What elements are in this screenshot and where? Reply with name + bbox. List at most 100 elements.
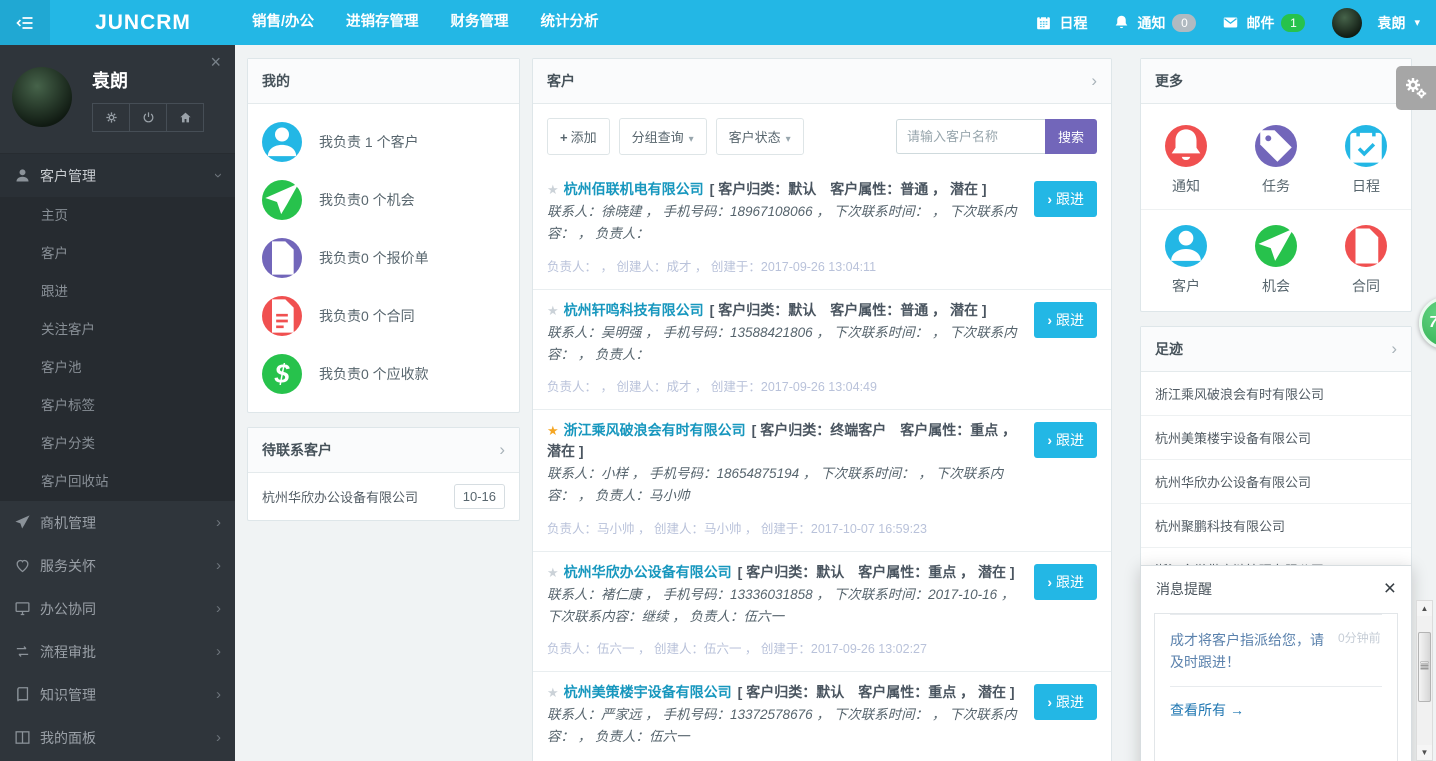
main-menu-item[interactable]: 销售/办公: [236, 0, 330, 45]
close-icon[interactable]: ×: [1384, 578, 1396, 599]
star-icon[interactable]: ★: [547, 423, 559, 438]
shortcut-label: 机会: [1262, 278, 1290, 294]
footprint-row[interactable]: 浙江乘风破浪会有时有限公司: [1141, 372, 1411, 415]
mail-menu[interactable]: 邮件 1: [1209, 13, 1318, 33]
shortcut-cell[interactable]: 通知: [1141, 125, 1231, 196]
add-button[interactable]: + 添加: [547, 118, 610, 155]
message-row: 成才将客户指派给您，请及时跟进！ 0分钟前: [1170, 614, 1382, 686]
sidebar-item[interactable]: 流程审批 ›: [0, 630, 235, 673]
home-button[interactable]: [167, 103, 204, 132]
customer-contact-line: 联系人：严家远 ， 手机号码：13372578676 ， 下次联系时间： ， 下…: [547, 707, 1017, 745]
stat-row[interactable]: 我负责 1 个客户: [248, 113, 519, 171]
more-panel-header: 更多: [1141, 59, 1411, 104]
sidebar-item[interactable]: 我的面板 ›: [0, 716, 235, 759]
customer-footer-line: 负责人：伍六一 ， 创建人：伍六一 ， 创建于：2017-09-26 13:02…: [547, 642, 927, 657]
popup-scrollbar: ▲ ▼: [1416, 600, 1433, 761]
envelope-icon: [1222, 14, 1239, 31]
schedule-label: 日程: [1059, 14, 1088, 31]
customer-name-link[interactable]: 杭州美策楼宇设备有限公司: [564, 684, 732, 700]
user-dropdown[interactable]: 袁朗 ▾: [1318, 7, 1420, 38]
column-customers: 客户 › +添加 分组查询▾ 客户状态▾ 搜索 ›跟进: [532, 58, 1112, 761]
shortcut-cell[interactable]: 客户: [1141, 225, 1231, 296]
chevron-right-icon[interactable]: ›: [499, 440, 505, 460]
submenu-item[interactable]: 客户标签: [0, 387, 235, 425]
sidebar-toggle-button[interactable]: [0, 0, 50, 45]
chevron-right-icon[interactable]: ›: [1391, 339, 1397, 359]
panel-title: 更多: [1155, 73, 1183, 89]
customer-status-dropdown[interactable]: 客户状态 ▾: [715, 118, 804, 155]
search-button[interactable]: 搜索: [1044, 119, 1097, 154]
follow-up-button[interactable]: › 跟进: [1034, 301, 1097, 338]
shortcut-label: 日程: [1352, 178, 1380, 194]
power-icon: [143, 112, 153, 123]
customer-contact-line: 联系人：徐晓建 ， 手机号码：18967108066 ， 下次联系时间： ， 下…: [547, 204, 1017, 242]
sidebar-item-customer-management[interactable]: 客户管理 ›: [0, 153, 235, 197]
shortcut-cell[interactable]: 合同: [1321, 225, 1411, 296]
follow-up-button[interactable]: › 跟进: [1034, 684, 1097, 721]
submenu-item[interactable]: 客户回收站: [0, 463, 235, 501]
settings-button[interactable]: [92, 103, 130, 132]
shortcut-cell[interactable]: 任务: [1231, 125, 1321, 196]
submenu-item[interactable]: 跟进: [0, 273, 235, 311]
scroll-up-arrow[interactable]: ▲: [1417, 601, 1432, 616]
logout-button[interactable]: [130, 103, 167, 132]
footprint-row[interactable]: 杭州华欣办公设备有限公司: [1141, 459, 1411, 503]
notifications-menu[interactable]: 通知 0: [1100, 13, 1209, 33]
customer-name-link[interactable]: 杭州佰联机电有限公司: [564, 181, 704, 197]
stat-row[interactable]: $ 我负责0 个应收款: [248, 345, 519, 403]
stat-row[interactable]: 我负责0 个报价单: [248, 229, 519, 287]
message-link[interactable]: 成才将客户指派给您，请及时跟进！: [1170, 629, 1330, 674]
footprint-row[interactable]: 杭州美策楼宇设备有限公司: [1141, 415, 1411, 459]
customer-name-link[interactable]: 杭州华欣办公设备有限公司: [564, 564, 732, 580]
submenu-item[interactable]: 客户: [0, 235, 235, 273]
follow-up-button[interactable]: › 跟进: [1034, 422, 1097, 459]
submenu-item[interactable]: 关注客户: [0, 311, 235, 349]
svg-text:$: $: [274, 359, 291, 389]
main-menu-item[interactable]: 统计分析: [525, 0, 615, 45]
stat-row[interactable]: 我负责0 个合同: [248, 287, 519, 345]
arrow-right-icon: →: [1230, 701, 1244, 718]
group-query-dropdown[interactable]: 分组查询 ▾: [618, 118, 707, 155]
footprint-row[interactable]: 杭州聚鹏科技有限公司: [1141, 503, 1411, 547]
shortcut-cell[interactable]: 机会: [1231, 225, 1321, 296]
floating-badge-value: 77: [1429, 314, 1436, 332]
customer-name-link[interactable]: 浙江乘风破浪会有时有限公司: [564, 422, 746, 438]
chevron-right-icon[interactable]: ›: [1091, 71, 1097, 91]
sidebar-item[interactable]: 办公协同 ›: [0, 587, 235, 630]
schedule-menu[interactable]: 日程: [1022, 13, 1100, 33]
stat-row[interactable]: 我负责0 个机会: [248, 171, 519, 229]
popup-header: 消息提醒 ×: [1141, 566, 1411, 610]
pending-customer-row[interactable]: 杭州华欣办公设备有限公司 10-16: [248, 473, 519, 520]
stat-label: 我负责0 个应收款: [319, 366, 429, 382]
scrollbar-thumb[interactable]: [1418, 632, 1431, 702]
view-all-link[interactable]: 查看所有 →: [1170, 685, 1382, 761]
sidebar-item[interactable]: 商机管理 ›: [0, 501, 235, 544]
follow-up-button[interactable]: › 跟进: [1034, 181, 1097, 217]
follow-up-button[interactable]: › 跟进: [1034, 563, 1097, 600]
star-icon[interactable]: ★: [547, 565, 559, 580]
panel-title: 待联系客户: [262, 442, 332, 458]
star-icon[interactable]: ★: [547, 303, 559, 318]
app-logo[interactable]: JUNCRM: [50, 11, 236, 35]
calendar-icon: [1345, 125, 1387, 167]
sidebar-item[interactable]: 知识管理 ›: [0, 673, 235, 716]
sidebar-item[interactable]: 服务关怀 ›: [0, 544, 235, 587]
customer-name-link[interactable]: 杭州轩鸣科技有限公司: [564, 302, 704, 318]
search-input[interactable]: [895, 119, 1045, 154]
widget-settings-tab[interactable]: [1396, 66, 1436, 110]
sidebar-item-label: 流程审批: [40, 643, 96, 660]
submenu-item[interactable]: 主页: [0, 197, 235, 235]
star-icon[interactable]: ★: [547, 182, 559, 197]
panel-title: 我的: [262, 73, 290, 89]
submenu-item[interactable]: 客户分类: [0, 425, 235, 463]
submenu-item[interactable]: 客户池: [0, 349, 235, 387]
footprints-list: 浙江乘风破浪会有时有限公司 杭州美策楼宇设备有限公司 杭州华欣办公设备有限公司 杭州聚…: [1141, 372, 1411, 591]
scroll-down-arrow[interactable]: ▼: [1417, 745, 1432, 760]
main-menu-item[interactable]: 进销存管理: [330, 0, 435, 45]
star-icon[interactable]: ★: [547, 685, 559, 700]
shortcut-cell[interactable]: 日程: [1321, 125, 1411, 196]
sidebar-item-label: 我的面板: [40, 729, 96, 746]
close-icon[interactable]: ×: [210, 53, 221, 71]
crm-app: JUNCRM 销售/办公 进销存管理 财务管理 统计分析 日程 通知 0 邮件 …: [0, 0, 1436, 761]
main-menu-item[interactable]: 财务管理: [435, 0, 525, 45]
